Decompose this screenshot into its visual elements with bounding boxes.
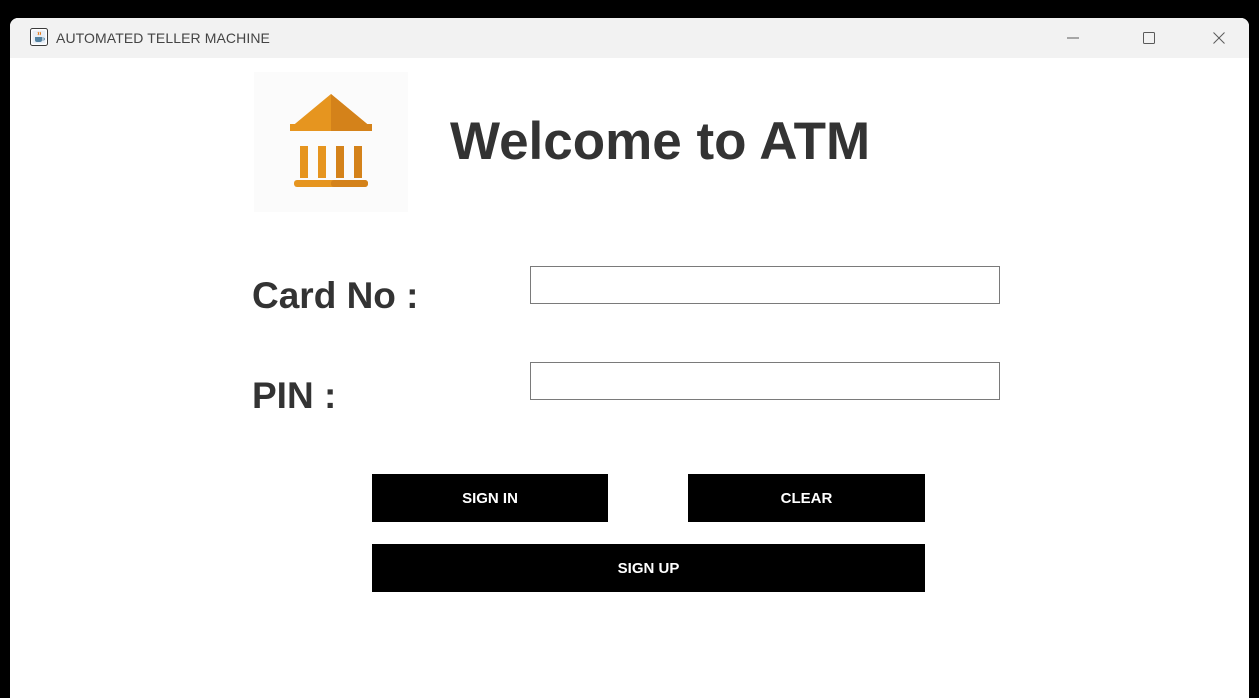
java-cup-icon [30,28,48,46]
pin-label: PIN : [252,375,337,416]
title-bar[interactable]: AUTOMATED TELLER MACHINE [10,18,1249,58]
close-icon [1213,32,1225,44]
window-title: AUTOMATED TELLER MACHINE [56,30,270,46]
clear-button[interactable]: CLEAR [688,474,925,522]
card-number-input[interactable] [530,266,1000,304]
minimize-button[interactable] [1050,18,1096,58]
sign-in-button[interactable]: SIGN IN [372,474,608,522]
pin-input[interactable] [530,362,1000,400]
close-button[interactable] [1196,18,1242,58]
atm-window: AUTOMATED TELLER MACHINE Welcome to ATM … [10,18,1249,698]
welcome-heading: Welcome to ATM [450,112,871,171]
bank-icon [290,94,372,187]
card-number-label: Card No : [252,275,419,316]
minimize-icon [1067,37,1079,39]
bank-logo [254,72,408,212]
sign-up-button[interactable]: SIGN UP [372,544,925,592]
maximize-icon [1143,32,1155,44]
maximize-button[interactable] [1126,18,1172,58]
